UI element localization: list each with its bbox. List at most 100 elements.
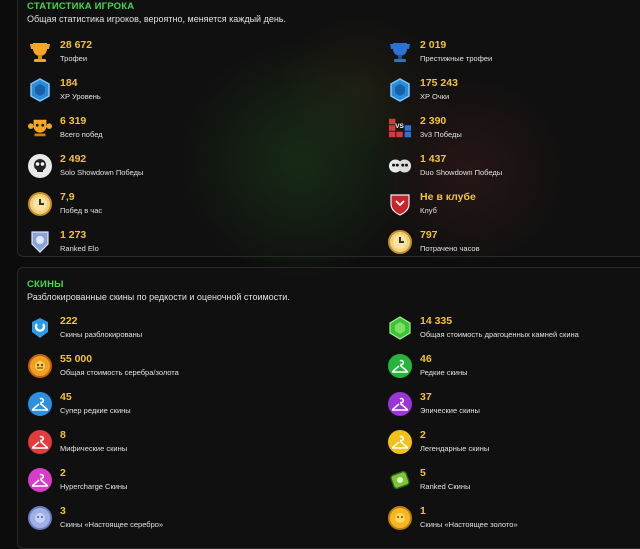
section-subtitle: Общая статистика игроков, вероятно, меня… bbox=[27, 14, 286, 24]
solo-showdown-icon bbox=[28, 154, 52, 178]
stat-item: VS 2 390 3v3 Победы bbox=[388, 115, 640, 145]
skin-stat-item: 8 Мифические скины bbox=[28, 429, 288, 459]
player-stats-panel: СТАТИСТИКА ИГРОКА Общая статистика игрок… bbox=[17, 0, 640, 257]
hours-spent-icon bbox=[388, 230, 412, 254]
stat-label: 3v3 Победы bbox=[420, 130, 462, 139]
skin-stat-label: Общая стоимость драгоценных камней скина bbox=[420, 330, 579, 339]
stat-label: Всего побед bbox=[60, 130, 103, 139]
skin-stat-value: 46 bbox=[420, 353, 432, 365]
hypercharge-skin-icon bbox=[28, 468, 52, 492]
stat-label: Престижные трофеи bbox=[420, 54, 493, 63]
section-subtitle: Разблокированные скины по редкости и оце… bbox=[27, 292, 290, 302]
skin-stat-label: Легендарные скины bbox=[420, 444, 490, 453]
skin-stat-label: Редкие скины bbox=[420, 368, 468, 377]
stat-item: 1 437 Duo Showdown Победы bbox=[388, 153, 640, 183]
mythic-skin-icon bbox=[28, 430, 52, 454]
stat-item: 28 672 Трофеи bbox=[28, 39, 288, 69]
wins-per-hour-icon bbox=[28, 192, 52, 216]
true-silver-skin-icon bbox=[28, 506, 52, 530]
stat-item: 1 273 Ranked Elo bbox=[28, 229, 288, 259]
stat-value: 2 492 bbox=[60, 153, 87, 165]
skin-stat-item: 37 Эпические скины bbox=[388, 391, 640, 421]
stat-value: 797 bbox=[420, 229, 438, 241]
skins-panel: СКИНЫ Разблокированные скины по редкости… bbox=[17, 267, 640, 549]
skins-unlocked-icon bbox=[28, 316, 52, 340]
skin-stat-value: 37 bbox=[420, 391, 432, 403]
skin-stat-value: 3 bbox=[60, 505, 66, 517]
skin-stat-item: 2 Hypercharge Скины bbox=[28, 467, 288, 497]
skin-stat-label: Ranked Скины bbox=[420, 482, 471, 491]
skin-stat-label: Скины «Настоящее серебро» bbox=[60, 520, 164, 529]
stat-value: 28 672 bbox=[60, 39, 93, 51]
stat-item: 2 492 Solo Showdown Победы bbox=[28, 153, 288, 183]
skin-stat-label: Общая стоимость серебра/золота bbox=[60, 368, 179, 377]
true-gold-skin-icon bbox=[388, 506, 412, 530]
skin-stat-value: 222 bbox=[60, 315, 78, 327]
stat-label: Ranked Elo bbox=[60, 244, 99, 253]
stat-item: 797 Потрачено часов bbox=[388, 229, 640, 259]
skin-stat-label: Hypercharge Скины bbox=[60, 482, 128, 491]
stat-item: 6 319 Всего побед bbox=[28, 115, 288, 145]
stat-item: 175 243 XP Очки bbox=[388, 77, 640, 107]
skin-stat-value: 2 bbox=[420, 429, 426, 441]
stat-label: Клуб bbox=[420, 206, 437, 215]
section-title: СКИНЫ bbox=[27, 279, 64, 290]
trophy-icon bbox=[28, 40, 52, 64]
skin-stat-label: Скины «Настоящее золото» bbox=[420, 520, 518, 529]
skin-stat-item: 2 Легендарные скины bbox=[388, 429, 640, 459]
stat-label: XP Уровень bbox=[60, 92, 101, 101]
total-wins-icon bbox=[28, 116, 52, 140]
stat-value: 1 437 bbox=[420, 153, 447, 165]
skin-stat-value: 45 bbox=[60, 391, 72, 403]
skin-stat-item: 46 Редкие скины bbox=[388, 353, 640, 383]
skin-stat-item: 55 000 Общая стоимость серебра/золота bbox=[28, 353, 288, 383]
skin-stat-label: Эпические скины bbox=[420, 406, 480, 415]
skin-stat-item: 14 335 Общая стоимость драгоценных камне… bbox=[388, 315, 640, 345]
stat-item: 184 XP Уровень bbox=[28, 77, 288, 107]
skin-stat-value: 5 bbox=[420, 467, 426, 479]
coin-icon bbox=[28, 354, 52, 378]
stat-value: 6 319 bbox=[60, 115, 87, 127]
stat-value: 7,9 bbox=[60, 191, 75, 203]
skin-stat-label: Скины разблокированы bbox=[60, 330, 143, 339]
ranked-skin-icon bbox=[388, 468, 412, 492]
epic-skin-icon bbox=[388, 392, 412, 416]
gem-icon bbox=[388, 316, 412, 340]
stat-value: 184 bbox=[60, 77, 78, 89]
stat-value: 1 273 bbox=[60, 229, 87, 241]
svg-text:VS: VS bbox=[395, 123, 404, 130]
stat-value: Не в клубе bbox=[420, 191, 476, 203]
stat-item: Не в клубе Клуб bbox=[388, 191, 640, 221]
stat-value: 175 243 bbox=[420, 77, 458, 89]
legendary-skin-icon bbox=[388, 430, 412, 454]
skin-stat-item: 5 Ranked Скины bbox=[388, 467, 640, 497]
skin-stat-value: 8 bbox=[60, 429, 66, 441]
xp-level-icon bbox=[28, 78, 52, 102]
skin-stat-value: 1 bbox=[420, 505, 426, 517]
stat-label: Потрачено часов bbox=[420, 244, 480, 253]
ranked-elo-icon bbox=[28, 230, 52, 254]
skin-stat-item: 45 Супер редкие скины bbox=[28, 391, 288, 421]
stat-value: 2 390 bbox=[420, 115, 447, 127]
skin-stat-value: 55 000 bbox=[60, 353, 93, 365]
skin-stat-value: 2 bbox=[60, 467, 66, 479]
stat-value: 2 019 bbox=[420, 39, 447, 51]
stat-label: Solo Showdown Победы bbox=[60, 168, 144, 177]
skin-stat-value: 14 335 bbox=[420, 315, 453, 327]
super-rare-skin-icon bbox=[28, 392, 52, 416]
stat-item: 2 019 Престижные трофеи bbox=[388, 39, 640, 69]
skin-stat-label: Супер редкие скины bbox=[60, 406, 131, 415]
stat-label: Duo Showdown Победы bbox=[420, 168, 503, 177]
stat-label: XP Очки bbox=[420, 92, 450, 101]
rare-skin-icon bbox=[388, 354, 412, 378]
skin-stat-item: 222 Скины разблокированы bbox=[28, 315, 288, 345]
section-title: СТАТИСТИКА ИГРОКА bbox=[27, 1, 135, 12]
prestige-trophy-icon bbox=[388, 40, 412, 64]
3v3-wins-icon: VS bbox=[388, 116, 412, 140]
xp-points-icon bbox=[388, 78, 412, 102]
duo-showdown-icon bbox=[388, 154, 412, 178]
stat-item: 7,9 Побед в час bbox=[28, 191, 288, 221]
skin-stat-label: Мифические скины bbox=[60, 444, 128, 453]
stat-label: Побед в час bbox=[60, 206, 103, 215]
stat-label: Трофеи bbox=[60, 54, 88, 63]
